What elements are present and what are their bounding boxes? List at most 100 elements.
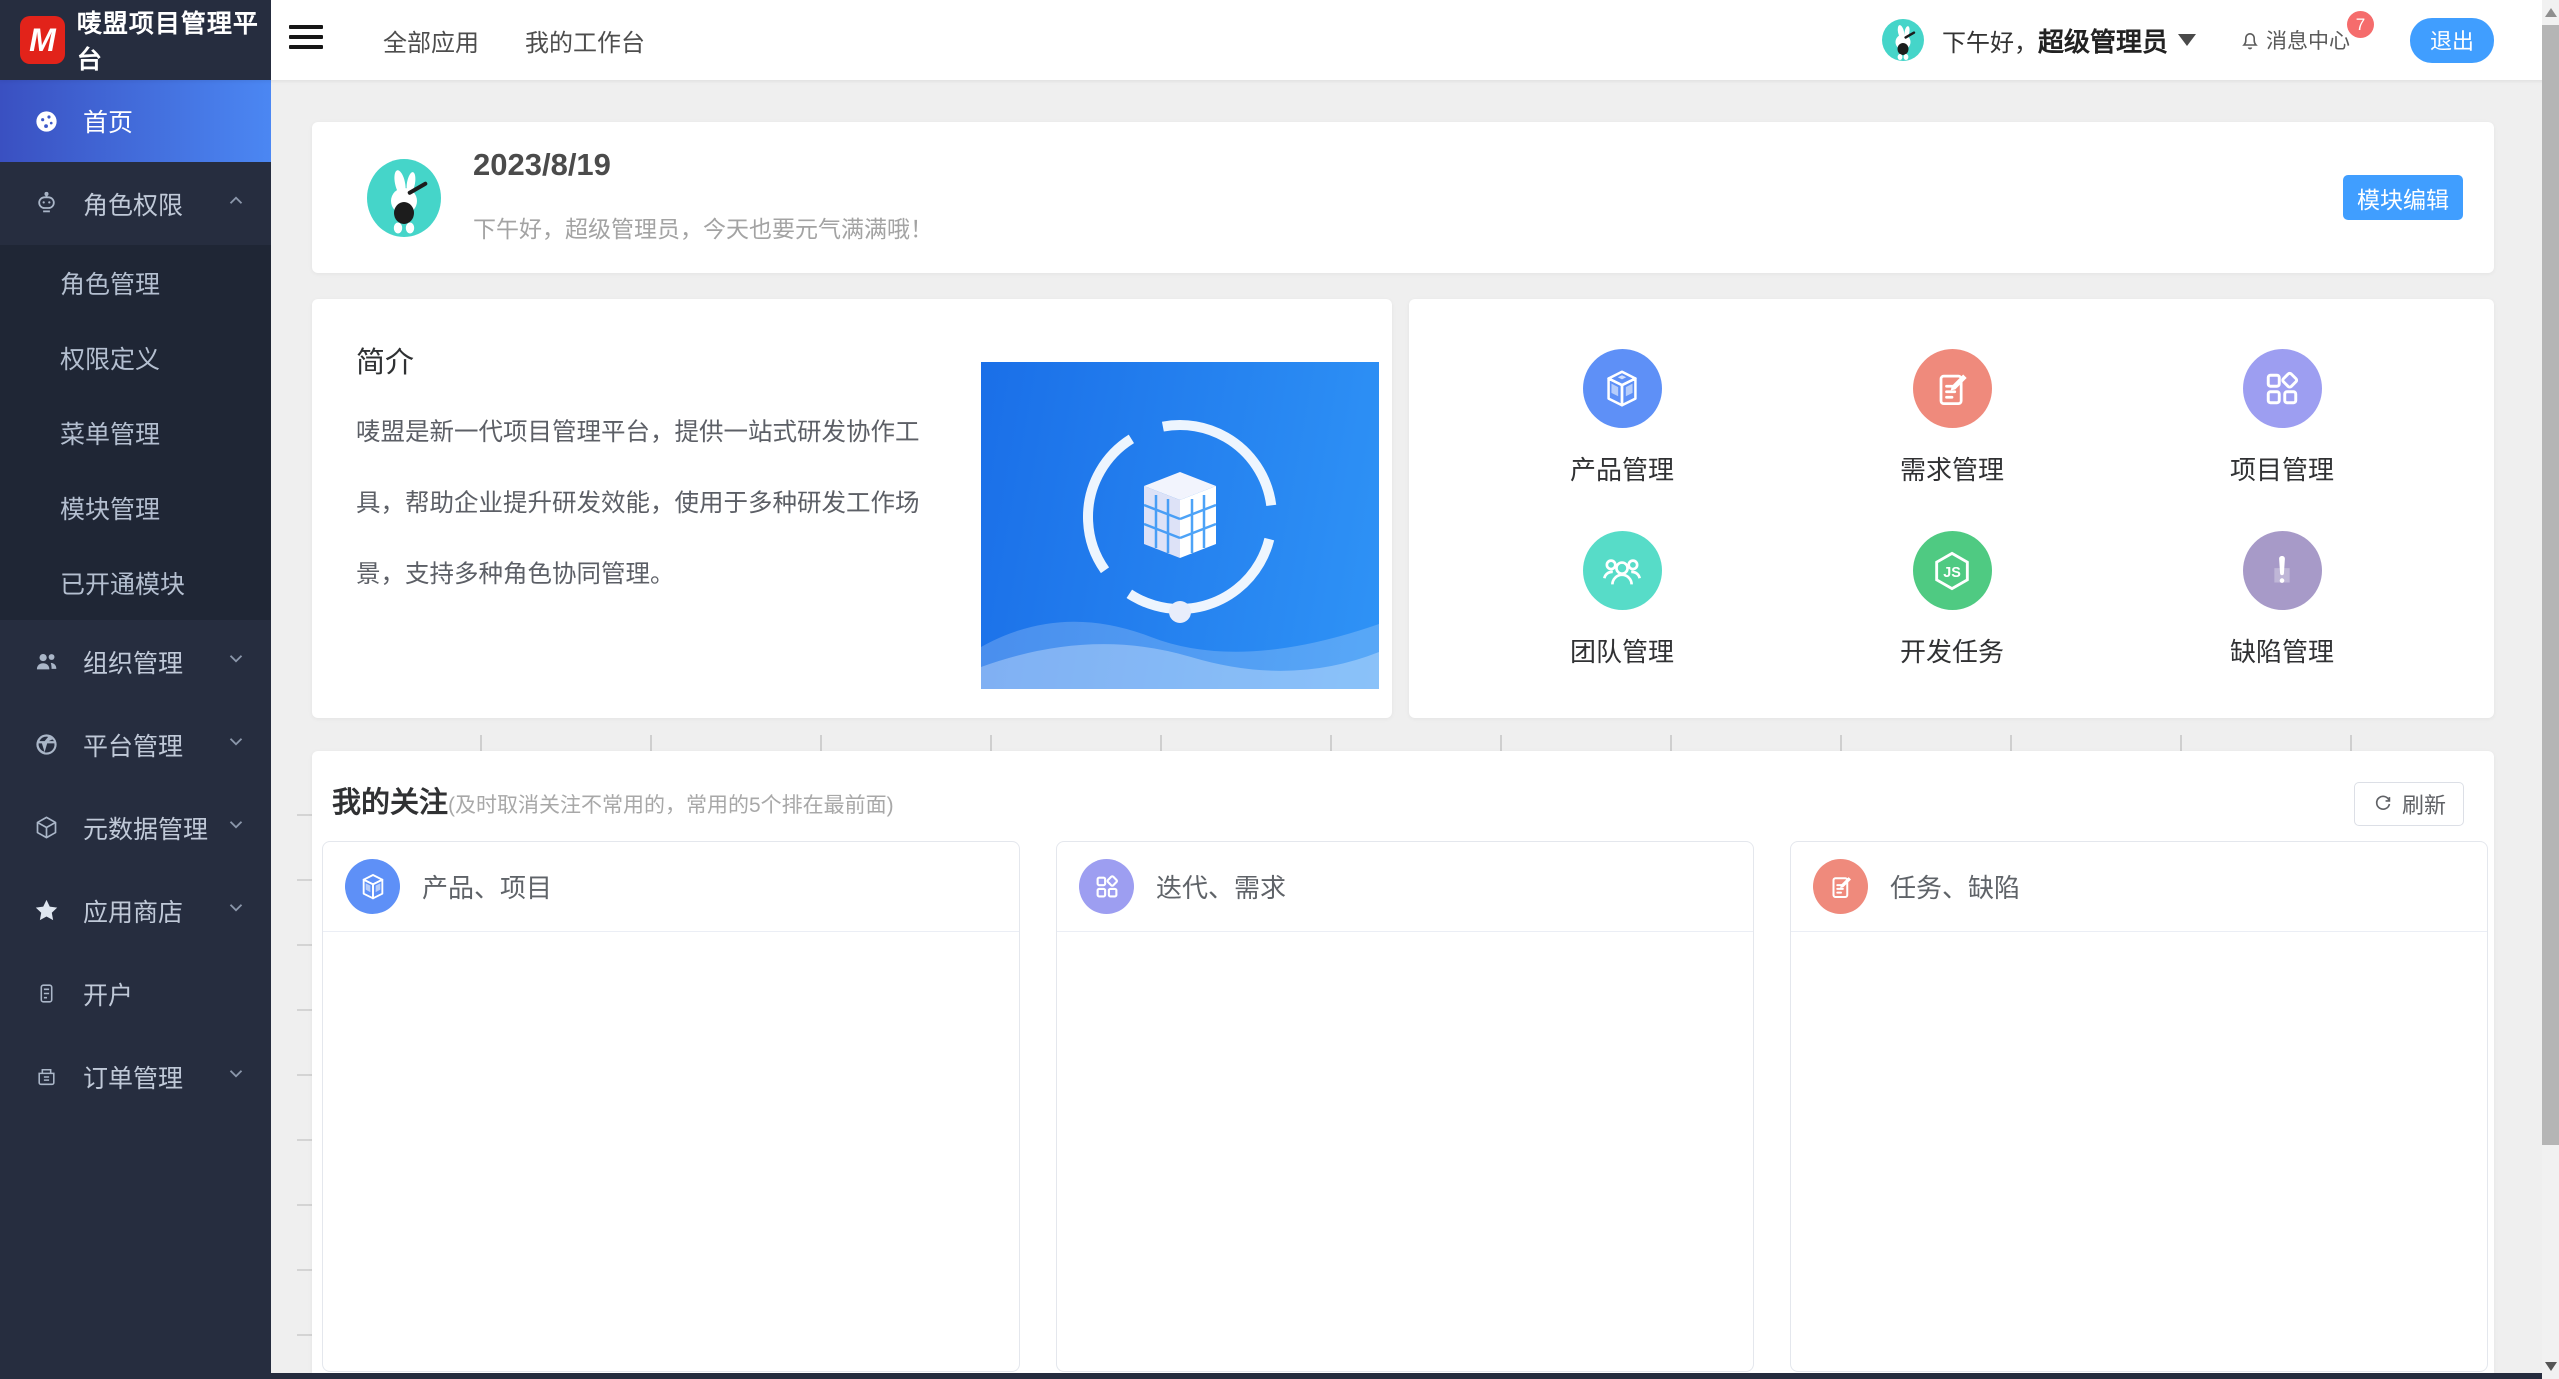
- vertical-scrollbar[interactable]: [2542, 0, 2559, 1379]
- message-center-label: 消息中心: [2266, 25, 2350, 55]
- module-requirement-management[interactable]: 需求管理: [1787, 349, 2117, 487]
- sidebar-item-organization[interactable]: 组织管理: [0, 620, 271, 703]
- my-follow-header: 我的关注 (及时取消关注不常用的，常用的5个排在最前面): [332, 779, 894, 821]
- follow-card-header: 产品、项目: [323, 842, 1019, 932]
- chevron-down-icon: [225, 896, 247, 925]
- intro-title: 简介: [356, 339, 414, 381]
- module-defect-management[interactable]: 缺陷管理: [2117, 531, 2447, 669]
- sidebar: 首页 角色权限 角色管理 权限定义 菜单管理 模块管理: [0, 80, 271, 1379]
- greeting-text: 下午好，超级管理员: [1942, 22, 2168, 59]
- app-grid-icon: [1079, 859, 1134, 914]
- sidebar-item-label: 角色权限: [83, 186, 183, 222]
- my-follow-section: 我的关注 (及时取消关注不常用的，常用的5个排在最前面) 刷新: [312, 751, 2494, 1373]
- sidebar-subitem-module-management[interactable]: 模块管理: [0, 470, 271, 545]
- sidebar-subitem-permission-definition[interactable]: 权限定义: [0, 320, 271, 395]
- module-team-management[interactable]: 团队管理: [1457, 531, 1787, 669]
- avatar-rabbit-icon: [1882, 19, 1924, 61]
- logout-button[interactable]: 退出: [2410, 18, 2494, 63]
- scrollbar-down-arrow-icon[interactable]: [2545, 1362, 2557, 1371]
- passbook-icon: [33, 980, 60, 1007]
- message-count-badge: 7: [2347, 11, 2374, 38]
- scrollbar-up-arrow-icon[interactable]: [2545, 8, 2557, 17]
- sidebar-item-roles[interactable]: 角色权限: [0, 162, 271, 245]
- sidebar-subitem-opened-modules[interactable]: 已开通模块: [0, 545, 271, 620]
- module-dev-tasks[interactable]: JS 开发任务: [1787, 531, 2117, 669]
- intro-illustration: [981, 362, 1379, 689]
- scrollbar-thumb[interactable]: [2542, 25, 2559, 1145]
- follow-card-title: 任务、缺陷: [1890, 868, 2020, 905]
- follow-card-tasks-defects[interactable]: 任务、缺陷: [1790, 841, 2488, 1372]
- user-avatar[interactable]: [1882, 19, 1924, 61]
- refresh-icon: [2372, 793, 2394, 815]
- user-dropdown-caret-icon[interactable]: [2178, 34, 2196, 46]
- sidebar-item-home[interactable]: 首页: [0, 80, 271, 162]
- follow-card-title: 迭代、需求: [1156, 868, 1286, 905]
- chevron-down-icon: [225, 647, 247, 676]
- app-title: 唛盟项目管理平台: [77, 4, 271, 76]
- module-label: 产品管理: [1570, 450, 1674, 487]
- globe-icon: [33, 731, 60, 758]
- bottom-dark-strip: [271, 1373, 2542, 1379]
- chevron-up-icon: [225, 189, 247, 218]
- greeting-prefix: 下午好，: [1942, 30, 2038, 57]
- main-content: 2023/8/19 下午好，超级管理员，今天也要元气满满哦！ 模块编辑 简介 唛…: [271, 80, 2542, 1379]
- doc-edit-icon: [1813, 859, 1868, 914]
- chevron-down-icon: [225, 1062, 247, 1091]
- sidebar-subitem-menu-management[interactable]: 菜单管理: [0, 395, 271, 470]
- js-hexagon-icon: JS: [1913, 531, 1992, 610]
- my-follow-title: 我的关注: [332, 779, 448, 821]
- intro-card: 简介 唛盟是新一代项目管理平台，提供一站式研发协作工具，帮助企业提升研发效能，使…: [312, 299, 1392, 718]
- menu-toggle-icon[interactable]: [289, 25, 325, 55]
- follow-card-header: 任务、缺陷: [1791, 842, 2487, 932]
- sidebar-subitem-role-management[interactable]: 角色管理: [0, 245, 271, 320]
- cube-outline-icon: [33, 814, 60, 841]
- sidebar-item-open-account[interactable]: 开户: [0, 952, 271, 1035]
- order-box-icon: [33, 1063, 60, 1090]
- top-nav: 全部应用 我的工作台: [383, 0, 645, 80]
- follow-card-header: 迭代、需求: [1057, 842, 1753, 932]
- chevron-down-icon: [225, 813, 247, 842]
- module-label: 项目管理: [2230, 450, 2334, 487]
- follow-card-products-projects[interactable]: 产品、项目: [322, 841, 1020, 1372]
- user-avatar-large: [367, 159, 441, 237]
- sidebar-item-app-store[interactable]: 应用商店: [0, 869, 271, 952]
- modules-card: 产品管理 需求管理: [1409, 299, 2494, 718]
- logo: M 唛盟项目管理平台: [0, 0, 271, 80]
- bell-icon: [2238, 28, 2262, 52]
- follow-card-iterations-requirements[interactable]: 迭代、需求: [1056, 841, 1754, 1372]
- robot-icon: [33, 190, 60, 217]
- module-label: 开发任务: [1900, 632, 2004, 669]
- tab-all-apps[interactable]: 全部应用: [383, 23, 479, 58]
- top-bar: M 唛盟项目管理平台 全部应用 我的工作台 下午好，超级管理员: [0, 0, 2559, 80]
- module-project-management[interactable]: 项目管理: [2117, 349, 2447, 487]
- sidebar-item-label: 首页: [83, 103, 133, 139]
- exclamation-icon: [2243, 531, 2322, 610]
- app-grid-icon: [2243, 349, 2322, 428]
- module-edit-button[interactable]: 模块编辑: [2343, 175, 2463, 220]
- logo-icon: M: [20, 16, 65, 64]
- sidebar-item-label: 开户: [83, 976, 133, 1012]
- sidebar-item-metadata[interactable]: 元数据管理: [0, 786, 271, 869]
- refresh-button[interactable]: 刷新: [2354, 782, 2464, 826]
- sidebar-item-label: 组织管理: [83, 644, 183, 680]
- sidebar-item-label: 应用商店: [83, 893, 183, 929]
- cube-3d-icon: [345, 859, 400, 914]
- sidebar-item-orders[interactable]: 订单管理: [0, 1035, 271, 1118]
- star-icon: [33, 897, 60, 924]
- module-product-management[interactable]: 产品管理: [1457, 349, 1787, 487]
- follow-card-title: 产品、项目: [422, 868, 552, 905]
- doc-edit-icon: [1913, 349, 1992, 428]
- welcome-greeting: 下午好，超级管理员，今天也要元气满满哦！: [473, 210, 933, 244]
- tab-my-workbench[interactable]: 我的工作台: [525, 23, 645, 58]
- sidebar-item-label: 平台管理: [83, 727, 183, 763]
- refresh-label: 刷新: [2402, 788, 2446, 820]
- svg-text:JS: JS: [1943, 564, 1961, 580]
- module-label: 需求管理: [1900, 450, 2004, 487]
- message-center-button[interactable]: 消息中心 7: [2238, 25, 2350, 55]
- top-bar-right: 下午好，超级管理员 消息中心 7 退出: [1882, 0, 2494, 80]
- chevron-down-icon: [225, 730, 247, 759]
- sidebar-item-platform[interactable]: 平台管理: [0, 703, 271, 786]
- sidebar-item-label: 订单管理: [83, 1059, 183, 1095]
- cube-3d-icon: [1583, 349, 1662, 428]
- sidebar-item-label: 元数据管理: [83, 810, 208, 846]
